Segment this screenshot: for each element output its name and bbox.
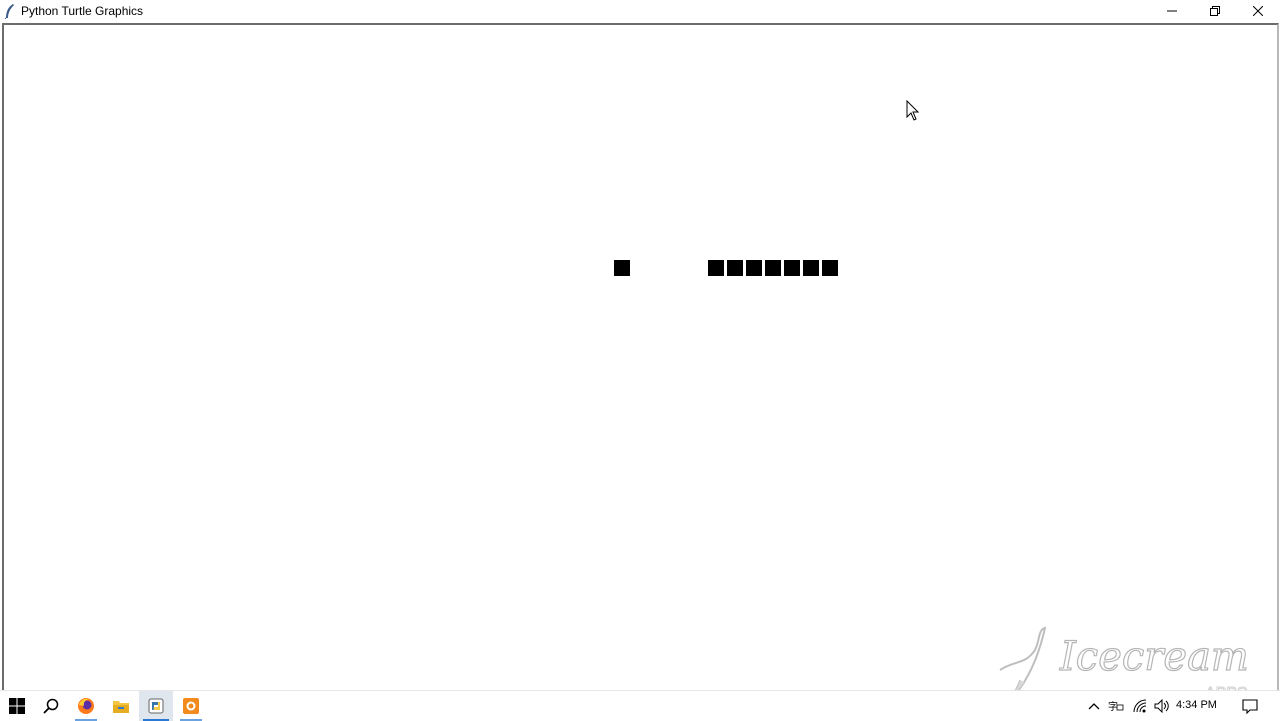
food-square: [614, 260, 630, 276]
firefox-icon: [78, 698, 94, 714]
file-explorer-icon: [113, 701, 129, 713]
volume-button[interactable]: [1152, 691, 1172, 721]
restore-button[interactable]: [1193, 0, 1236, 22]
python-icon: [148, 698, 164, 714]
start-button[interactable]: [0, 691, 34, 721]
search-icon: [43, 698, 59, 714]
snake-segment: [784, 260, 800, 276]
minimize-button[interactable]: [1150, 0, 1193, 22]
close-icon: [1252, 6, 1263, 16]
taskbar: 字 4:34 PM: [0, 690, 1280, 721]
svg-text:字: 字: [1108, 700, 1118, 713]
notification-icon: [1242, 699, 1258, 714]
restore-icon: [1209, 6, 1220, 16]
speaker-icon: [1154, 699, 1169, 713]
title-bar[interactable]: Python Turtle Graphics: [0, 0, 1280, 22]
icecream-recorder-icon: [183, 698, 199, 714]
wifi-icon: [1133, 699, 1147, 713]
turtle-window: [2, 23, 1279, 692]
search-button[interactable]: [34, 691, 68, 721]
svg-text:Icecream: Icecream: [1059, 634, 1249, 680]
taskbar-firefox[interactable]: [69, 691, 103, 721]
close-button[interactable]: [1236, 0, 1279, 22]
show-hidden-icons-button[interactable]: [1085, 691, 1103, 721]
snake-segment: [765, 260, 781, 276]
mouse-cursor-icon: [906, 100, 920, 121]
network-button[interactable]: [1130, 691, 1150, 721]
snake-segment: [708, 260, 724, 276]
snake-segment: [803, 260, 819, 276]
language-button[interactable]: 字: [1106, 691, 1126, 721]
action-center-button[interactable]: [1236, 691, 1264, 721]
minimize-icon: [1166, 10, 1177, 12]
taskbar-clock[interactable]: 4:34 PM: [1176, 699, 1217, 711]
snake-segment: [822, 260, 838, 276]
taskbar-file-explorer[interactable]: [104, 691, 138, 721]
taskbar-python[interactable]: [139, 691, 173, 721]
snake-segment: [746, 260, 762, 276]
start-icon: [9, 698, 25, 714]
turtle-canvas[interactable]: [4, 25, 1277, 690]
keyboard-language-icon: 字: [1108, 700, 1124, 713]
python-feather-icon: [4, 4, 14, 19]
snake-segment: [727, 260, 743, 276]
window-title: Python Turtle Graphics: [21, 4, 144, 18]
chevron-up-icon: [1088, 703, 1100, 710]
taskbar-icecream[interactable]: [174, 691, 208, 721]
